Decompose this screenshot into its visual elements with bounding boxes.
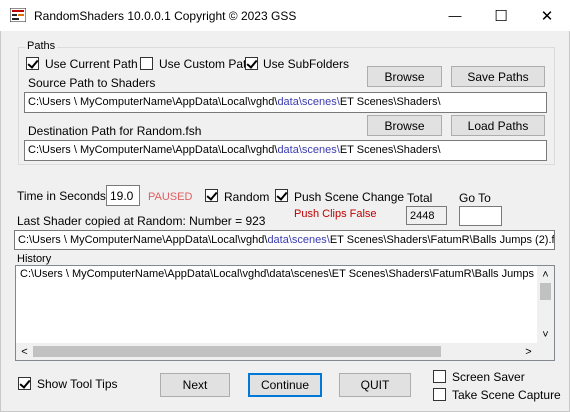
random-label: Random bbox=[224, 190, 270, 204]
time-in-seconds-label: Time in Seconds bbox=[17, 189, 106, 203]
close-button[interactable]: ✕ bbox=[524, 0, 570, 31]
destination-path-label: Destination Path for Random.fsh bbox=[28, 124, 202, 138]
use-custom-path-label: Use Custom Path bbox=[159, 57, 254, 71]
app-icon bbox=[10, 8, 26, 22]
history-horizontal-scrollbar[interactable]: < > bbox=[16, 343, 537, 360]
time-seconds-input[interactable]: 19.0 bbox=[106, 185, 140, 206]
source-path-part1: C:\Users \ MyComputerName\AppData\Local\… bbox=[28, 96, 278, 108]
maximize-icon: ☐ bbox=[494, 7, 508, 25]
history-list[interactable]: C:\Users \ MyComputerName\AppData\Local\… bbox=[15, 265, 555, 361]
screen-saver-label: Screen Saver bbox=[452, 370, 525, 384]
use-current-path-label: Use Current Path bbox=[45, 57, 138, 71]
history-vertical-scrollbar[interactable]: ˄ ˅ bbox=[537, 266, 554, 343]
destination-path-field[interactable]: C:\Users \ MyComputerName\AppData\Local\… bbox=[24, 140, 547, 161]
take-scene-capture-checkbox[interactable] bbox=[433, 388, 446, 401]
source-path-part2: data\scenes\ bbox=[277, 96, 340, 108]
vertical-scroll-thumb[interactable] bbox=[540, 283, 551, 300]
screen-saver-checkbox[interactable] bbox=[433, 370, 446, 383]
scrollbar-corner bbox=[537, 343, 554, 360]
destination-path-part2: data\scenes\ bbox=[277, 144, 340, 156]
go-to-label: Go To bbox=[459, 191, 491, 205]
browse-source-button[interactable]: Browse bbox=[367, 66, 442, 87]
scroll-right-icon[interactable]: > bbox=[520, 343, 537, 360]
destination-path-part1: C:\Users \ MyComputerName\AppData\Local\… bbox=[28, 144, 278, 156]
source-path-label: Source Path to Shaders bbox=[28, 76, 156, 90]
use-current-path-checkbox[interactable] bbox=[26, 57, 39, 70]
destination-path-part3: ET Scenes\Shaders\ bbox=[339, 144, 441, 156]
use-subfolders-checkbox[interactable] bbox=[245, 57, 258, 70]
browse-destination-button[interactable]: Browse bbox=[367, 115, 442, 136]
total-value: 2448 bbox=[406, 206, 447, 225]
scroll-down-icon[interactable]: ˅ bbox=[537, 326, 554, 343]
use-custom-path-checkbox[interactable] bbox=[140, 57, 153, 70]
maximize-button[interactable]: ☐ bbox=[478, 0, 524, 31]
go-to-input[interactable] bbox=[459, 206, 502, 226]
total-label: Total bbox=[407, 191, 433, 205]
scroll-left-icon[interactable]: < bbox=[16, 343, 33, 360]
quit-button[interactable]: QUIT bbox=[339, 373, 411, 397]
scroll-up-icon[interactable]: ˄ bbox=[537, 266, 554, 283]
main-panel: Paths Use Current Path Use Custom Path U… bbox=[0, 31, 570, 412]
push-scene-change-checkbox[interactable] bbox=[275, 189, 288, 202]
show-tool-tips-checkbox[interactable] bbox=[18, 377, 31, 390]
last-shader-path-part2: data\scenes\ bbox=[267, 234, 330, 246]
next-button[interactable]: Next bbox=[160, 373, 230, 397]
last-shader-label: Last Shader copied at Random: Number = 9… bbox=[17, 214, 266, 228]
title-bar: RandomShaders 10.0.0.1 Copyright © 2023 … bbox=[0, 0, 570, 31]
use-subfolders-label: Use SubFolders bbox=[263, 57, 350, 71]
paused-status: PAUSED bbox=[148, 191, 193, 203]
horizontal-scroll-thumb[interactable] bbox=[33, 346, 441, 357]
take-scene-capture-label: Take Scene Capture bbox=[452, 388, 561, 402]
history-label: History bbox=[17, 253, 52, 265]
paths-group-label: Paths bbox=[25, 40, 58, 52]
source-path-field[interactable]: C:\Users \ MyComputerName\AppData\Local\… bbox=[24, 92, 547, 113]
push-scene-change-label: Push Scene Change bbox=[294, 190, 405, 204]
source-path-part3: ET Scenes\Shaders\ bbox=[339, 96, 441, 108]
show-tool-tips-label: Show Tool Tips bbox=[37, 377, 118, 391]
push-clips-status: Push Clips False bbox=[294, 208, 377, 220]
save-paths-button[interactable]: Save Paths bbox=[451, 66, 545, 87]
last-shader-path-part3: ET Scenes\Shaders\FatumR\Balls Jumps (2)… bbox=[329, 234, 555, 246]
load-paths-button[interactable]: Load Paths bbox=[451, 115, 545, 136]
minimize-icon: — bbox=[448, 8, 462, 23]
continue-button[interactable]: Continue bbox=[248, 373, 322, 397]
window-title: RandomShaders 10.0.0.1 Copyright © 2023 … bbox=[34, 9, 297, 23]
close-icon: ✕ bbox=[540, 7, 554, 25]
last-shader-path-field[interactable]: C:\Users \ MyComputerName\AppData\Local\… bbox=[14, 230, 555, 250]
random-checkbox[interactable] bbox=[205, 189, 218, 202]
minimize-button[interactable]: — bbox=[432, 0, 478, 31]
last-shader-path-part1: C:\Users \ MyComputerName\AppData\Local\… bbox=[18, 234, 268, 246]
history-entry[interactable]: C:\Users \ MyComputerName\AppData\Local\… bbox=[20, 268, 537, 280]
